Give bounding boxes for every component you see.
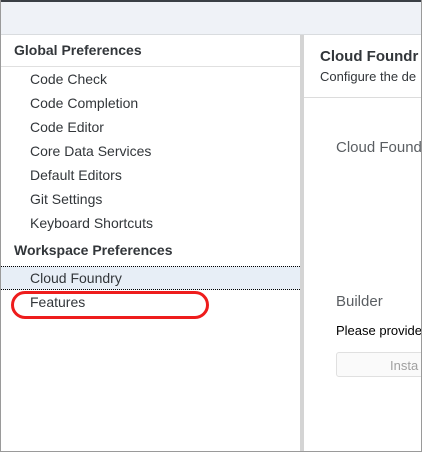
window-frame <box>0 0 422 452</box>
